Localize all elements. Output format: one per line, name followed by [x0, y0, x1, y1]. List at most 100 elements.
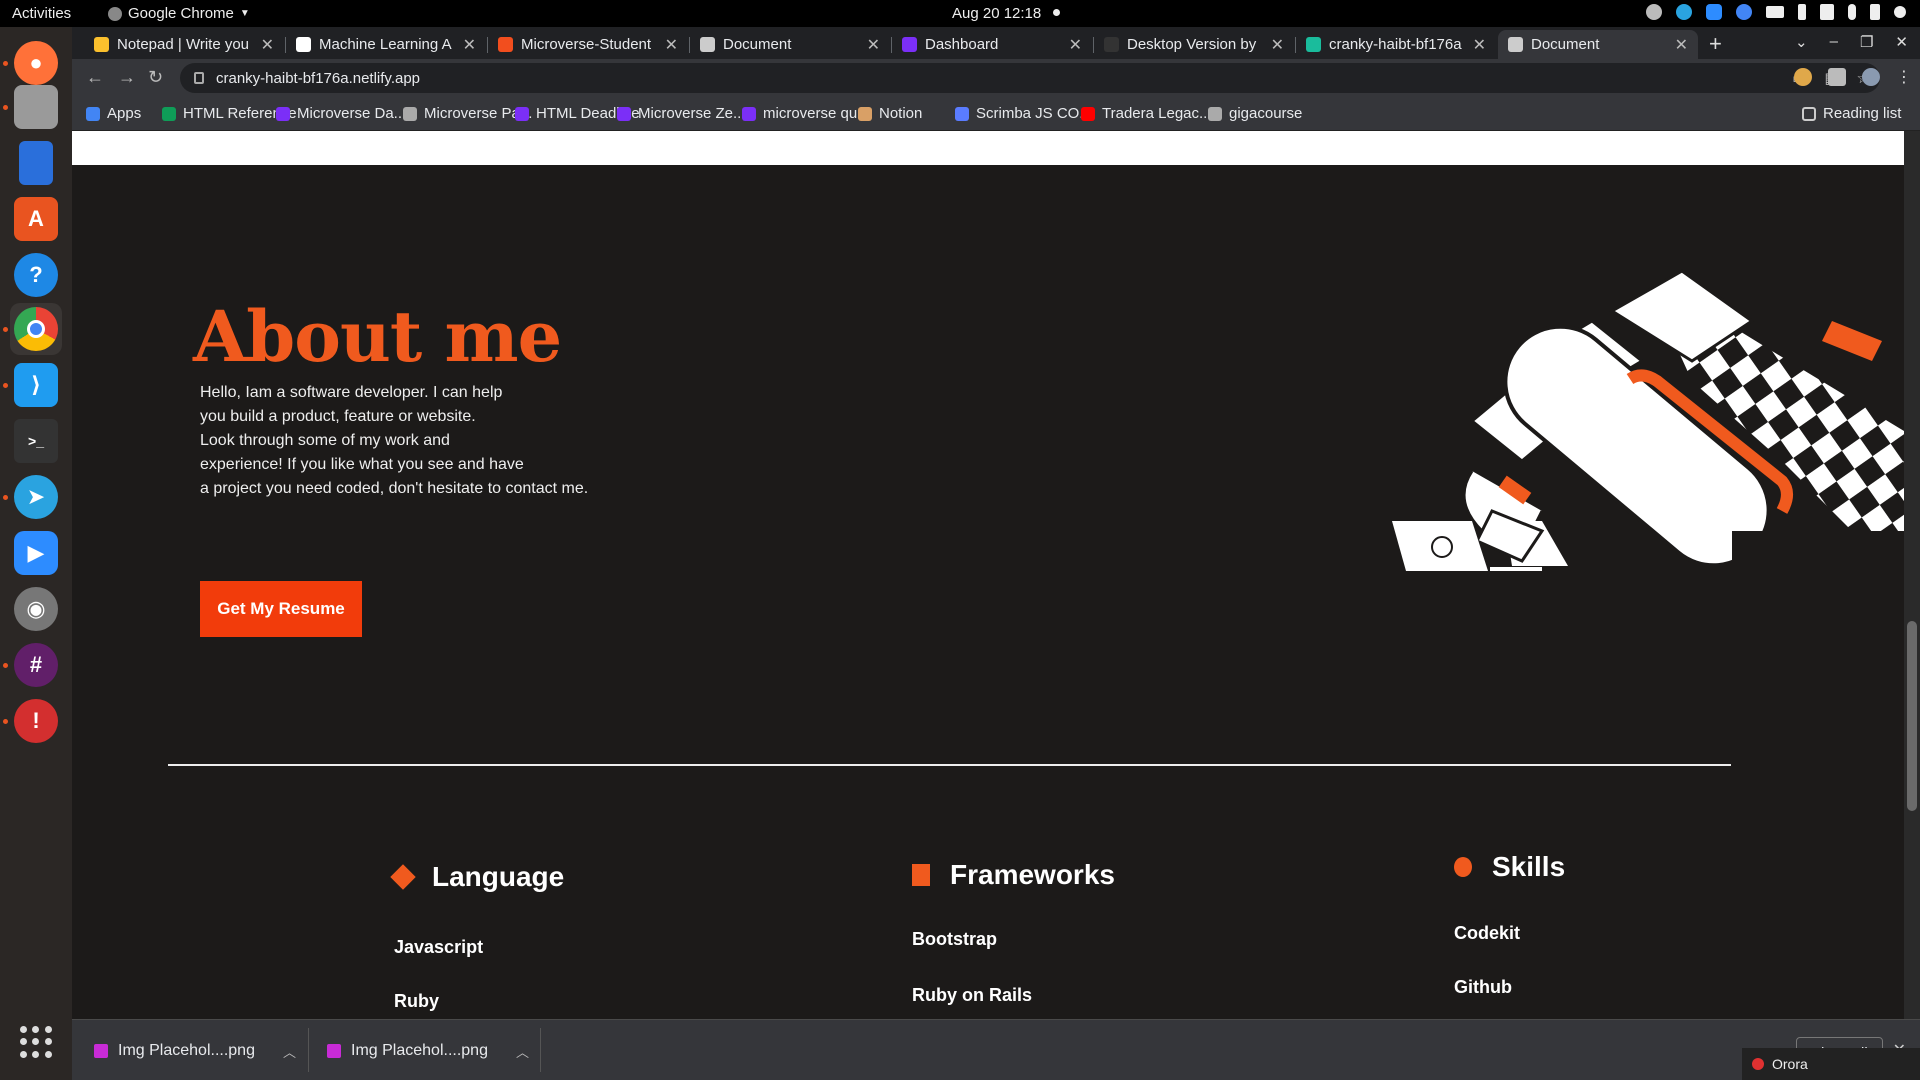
close-tab-icon[interactable]: ✕ [463, 35, 476, 55]
browser-tab[interactable]: Dashboard ✕ [892, 30, 1092, 59]
dock-zoom[interactable]: ▶ [10, 527, 62, 579]
download-filename: Img Placehol....png [351, 1042, 488, 1059]
show-applications-icon[interactable] [20, 1026, 52, 1058]
zoom-tray-icon[interactable] [1706, 4, 1722, 20]
telegram-tray-icon[interactable] [1676, 4, 1692, 20]
bookmark-item[interactable]: Tradera Legac... [1081, 105, 1212, 122]
bookmark-item[interactable]: Microverse Da... [276, 105, 406, 122]
bookmark-item[interactable]: Scrimba JS CO... [955, 105, 1092, 122]
bluetooth-icon[interactable] [1798, 4, 1806, 20]
browser-tab[interactable]: Notepad | Write you ✕ [84, 30, 284, 59]
dock-writer[interactable] [10, 137, 62, 189]
slack-icon: # [14, 643, 58, 687]
wifi-icon[interactable] [1766, 6, 1784, 18]
close-tab-icon[interactable]: ✕ [867, 35, 880, 55]
browser-tab[interactable]: Document ✕ [1498, 30, 1698, 59]
puzzle-icon[interactable] [1828, 68, 1846, 86]
activities-button[interactable]: Activities [12, 5, 71, 22]
lock-icon[interactable] [194, 72, 204, 84]
dock-telegram[interactable]: ➤ [10, 471, 62, 523]
microphone-icon[interactable] [1848, 4, 1856, 20]
dock-terminal[interactable]: >_ [10, 415, 62, 467]
dock-vscode[interactable]: ⟩ [10, 359, 62, 411]
folder-icon [14, 85, 58, 129]
get-resume-button[interactable]: Get My Resume [200, 581, 362, 637]
more-menu-icon[interactable]: ⋮ [1896, 67, 1912, 87]
clock[interactable]: Aug 20 12:18 [952, 5, 1041, 22]
extension-icon[interactable] [1794, 68, 1812, 86]
bookmark-item[interactable]: gigacourse [1208, 105, 1302, 122]
warning-icon: ! [14, 699, 58, 743]
battery-icon[interactable] [1870, 4, 1880, 20]
bookmark-item[interactable]: Microverse Ze... [617, 105, 746, 122]
tab-favicon-icon [700, 37, 715, 52]
browser-tab[interactable]: Document ✕ [690, 30, 890, 59]
back-icon[interactable]: ← [86, 67, 104, 88]
chrome-tray-icon[interactable] [1736, 4, 1752, 20]
power-menu-icon[interactable] [1894, 6, 1906, 18]
bookmark-label: Apps [107, 105, 142, 122]
image-file-icon [327, 1044, 341, 1058]
notification-label: Orora [1772, 1056, 1808, 1072]
chevron-up-icon[interactable]: ︿ [516, 1042, 529, 1061]
dock-files[interactable] [10, 81, 62, 133]
bookmark-label: Microverse Da... [297, 105, 407, 122]
tab-title: Desktop Version by [1127, 36, 1257, 53]
close-tab-icon[interactable]: ✕ [1271, 35, 1284, 55]
dock: ● A ? ⟩ >_ ➤ ▶ ◉ # ! [0, 27, 72, 1080]
maximize-button[interactable]: ❐ [1860, 33, 1873, 51]
bookmark-favicon-icon [742, 106, 756, 121]
browser-window: Notepad | Write you ✕ Machine Learning A ✕ M… [72, 27, 1920, 131]
browser-tab[interactable]: cranky-haibt-bf176a ✕ [1296, 30, 1496, 59]
address-bar[interactable]: cranky-haibt-bf176a.netlify.app ▭ ▦ ☆ [180, 63, 1880, 93]
bookmark-item[interactable]: Apps [86, 105, 141, 122]
close-tab-icon[interactable]: ✕ [1473, 35, 1486, 55]
close-window-button[interactable]: ✕ [1895, 33, 1908, 51]
reload-icon[interactable]: ↻ [148, 67, 163, 88]
dock-usb-creator[interactable]: ◉ [10, 583, 62, 635]
bookmark-item[interactable]: microverse qu... [742, 105, 870, 122]
slack-tray-icon[interactable] [1646, 4, 1662, 20]
close-tab-icon[interactable]: ✕ [1675, 35, 1688, 55]
forward-icon[interactable]: → [118, 67, 136, 88]
browser-tab[interactable]: Machine Learning A ✕ [286, 30, 486, 59]
dock-chrome[interactable] [10, 303, 62, 355]
about-intro: Hello, Iam a software developer. I can h… [200, 381, 640, 501]
url-text[interactable]: cranky-haibt-bf176a.netlify.app [216, 70, 420, 87]
system-tray[interactable] [1646, 4, 1906, 20]
dock-software[interactable]: A [10, 193, 62, 245]
page-scrollbar[interactable] [1904, 131, 1920, 1019]
browser-tab[interactable]: Microverse-Student ✕ [488, 30, 688, 59]
dock-help[interactable]: ? [10, 249, 62, 301]
close-tab-icon[interactable]: ✕ [261, 35, 274, 55]
zoom-icon: ▶ [14, 531, 58, 575]
download-item[interactable]: Img Placehol....png ︿ [327, 1034, 529, 1068]
bookmark-label: Scrimba JS CO... [976, 105, 1092, 122]
telegram-icon: ➤ [14, 475, 58, 519]
new-tab-button[interactable]: + [1709, 31, 1722, 57]
volume-icon[interactable] [1820, 4, 1834, 20]
bookmark-favicon-icon [955, 106, 969, 121]
bookmark-item[interactable]: Microverse Pa... [403, 105, 532, 122]
minimize-button[interactable]: – [1830, 33, 1838, 51]
close-tab-icon[interactable]: ✕ [665, 35, 678, 55]
reading-list-button[interactable]: Reading list [1802, 105, 1901, 122]
dock-warning-app[interactable]: ! [10, 695, 62, 747]
scrollbar-thumb[interactable] [1907, 621, 1917, 811]
divider [308, 1028, 309, 1072]
app-menu[interactable]: Google Chrome ▼ [108, 5, 250, 22]
bookmark-item[interactable]: Notion [858, 105, 922, 122]
close-tab-icon[interactable]: ✕ [1069, 35, 1082, 55]
notification-chip[interactable]: Orora [1742, 1048, 1920, 1080]
download-item[interactable]: Img Placehol....png ︿ [94, 1034, 296, 1068]
bookmark-label: microverse qu... [763, 105, 870, 122]
tab-search-icon[interactable]: ⌄ [1795, 33, 1808, 51]
dock-slack[interactable]: # [10, 639, 62, 691]
list-item: Ruby on Rails [912, 985, 1033, 1005]
tab-title: Document [723, 36, 792, 53]
tab-title: Dashboard [925, 36, 999, 53]
avatar[interactable] [1862, 68, 1880, 86]
browser-tab[interactable]: Desktop Version by ✕ [1094, 30, 1294, 59]
chevron-up-icon[interactable]: ︿ [283, 1042, 296, 1061]
chrome-icon [108, 6, 122, 21]
